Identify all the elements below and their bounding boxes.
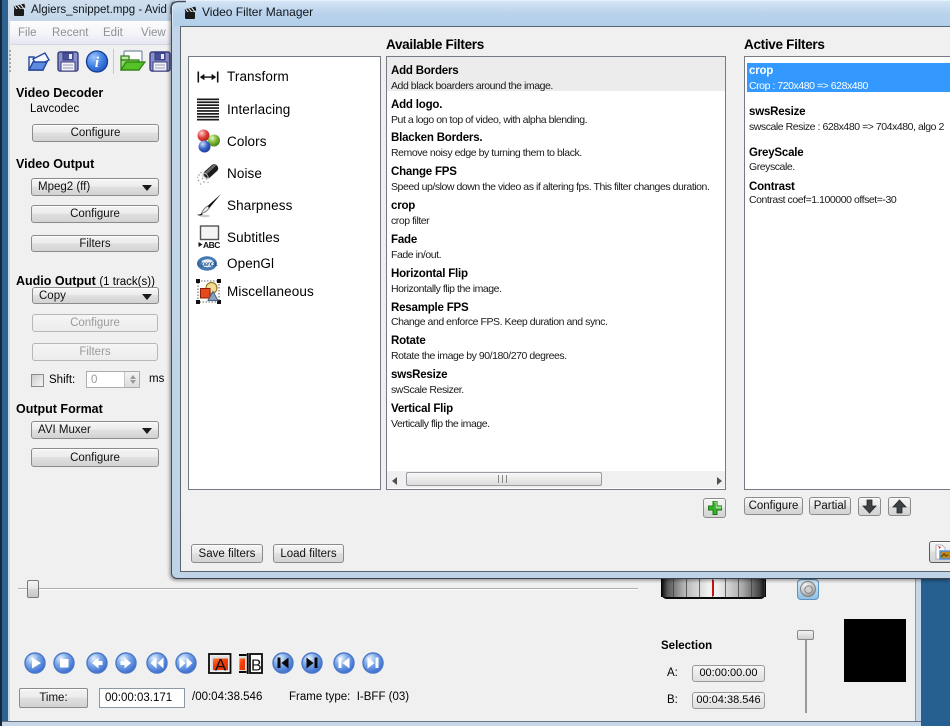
svg-text:OpenGL: OpenGL bbox=[197, 261, 218, 268]
svg-text:B: B bbox=[251, 658, 262, 675]
svg-text:ABC: ABC bbox=[203, 240, 220, 250]
svg-text:A: A bbox=[215, 656, 227, 675]
